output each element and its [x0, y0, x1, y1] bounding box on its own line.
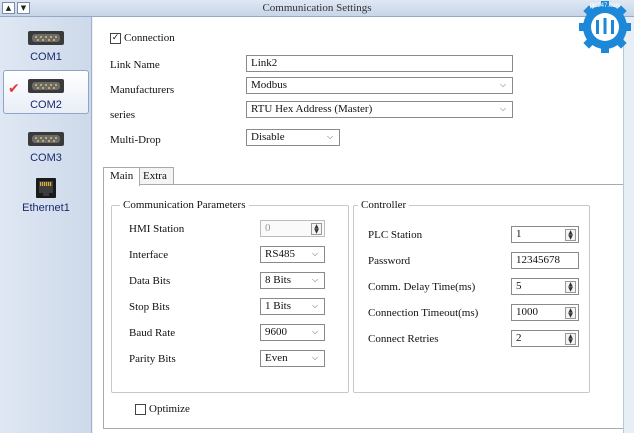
connection-timeout-label: Connection Timeout(ms)	[368, 307, 479, 319]
controller-legend: Controller	[358, 199, 410, 211]
tab-main[interactable]: Main	[103, 167, 141, 186]
chevron-down-icon: ⌵	[312, 249, 319, 258]
connection-label: Connection	[124, 32, 175, 44]
plc247-logo: plc247.com	[579, 1, 631, 53]
multidrop-select[interactable]: Disable ⌵	[246, 129, 340, 146]
series-label: series	[110, 109, 136, 121]
active-check-icon: ✔	[8, 81, 20, 97]
interface-value: RS485	[265, 248, 295, 260]
data-bits-value: 8 Bits	[265, 274, 291, 286]
stop-bits-select[interactable]: 1 Bits ⌵	[260, 298, 325, 315]
connect-retries-value: 2	[516, 332, 522, 344]
port-label-com2: COM2	[30, 99, 62, 111]
chevron-down-icon: ⌵	[327, 132, 334, 141]
port-label-ethernet1: Ethernet1	[22, 202, 70, 214]
serial-port-icon	[28, 79, 64, 93]
spinner-arrows-icon[interactable]: ▲ ▼	[565, 333, 576, 345]
hmi-station-value: 0	[265, 222, 271, 234]
window-title: Communication Settings	[262, 2, 372, 14]
comm-params-legend: Communication Parameters	[120, 199, 249, 211]
chevron-down-icon: ⌵	[312, 275, 319, 284]
title-bar: ▲ ▼ Communication Settings	[0, 0, 634, 17]
baud-rate-label: Baud Rate	[129, 327, 176, 339]
series-value: RTU Hex Address (Master)	[251, 103, 373, 115]
comm-params-group: Communication Parameters HMI Station 0 ▲…	[111, 199, 349, 393]
scrollbar[interactable]	[623, 17, 634, 433]
link-name-label: Link Name	[110, 59, 160, 71]
ethernet-port-icon	[36, 178, 56, 198]
serial-port-icon	[28, 31, 64, 45]
connection-checkbox[interactable]: ✓	[110, 33, 121, 44]
spinner-arrows-icon[interactable]: ▲ ▼	[565, 307, 576, 319]
port-label-com3: COM3	[30, 152, 62, 164]
series-select[interactable]: RTU Hex Address (Master) ⌵	[246, 101, 513, 118]
plc-station-value: 1	[516, 228, 522, 240]
port-list: COM1 ✔ COM2 COM3 Ethernet1	[0, 17, 92, 433]
serial-port-icon	[28, 132, 64, 146]
data-bits-select[interactable]: 8 Bits ⌵	[260, 272, 325, 289]
manufacturers-label: Manufacturers	[110, 84, 175, 96]
interface-select[interactable]: RS485 ⌵	[260, 246, 325, 263]
data-bits-label: Data Bits	[129, 275, 171, 287]
stop-bits-value: 1 Bits	[265, 300, 291, 312]
port-item-com1[interactable]: COM1	[3, 23, 89, 67]
chevron-down-icon: ⌵	[500, 80, 507, 89]
baud-rate-select[interactable]: 9600 ⌵	[260, 324, 325, 341]
multidrop-label: Multi-Drop	[110, 134, 161, 146]
link-name-input[interactable]: Link2	[246, 55, 513, 72]
port-item-com3[interactable]: COM3	[3, 124, 89, 168]
hmi-station-spinner: 0 ▲ ▼	[260, 220, 325, 237]
parity-bits-label: Parity Bits	[129, 353, 176, 365]
optimize-label: Optimize	[149, 403, 190, 415]
hmi-station-label: HMI Station	[129, 223, 185, 235]
manufacturers-select[interactable]: Modbus ⌵	[246, 77, 513, 94]
spinner-arrows-icon: ▲ ▼	[311, 223, 322, 235]
port-item-ethernet1[interactable]: Ethernet1	[3, 174, 89, 224]
parity-bits-select[interactable]: Even ⌵	[260, 350, 325, 367]
password-input[interactable]: 12345678	[511, 252, 579, 269]
multidrop-value: Disable	[251, 131, 285, 143]
connection-timeout-value: 1000	[516, 306, 538, 318]
connect-retries-spinner[interactable]: 2 ▲ ▼	[511, 330, 579, 347]
stop-bits-label: Stop Bits	[129, 301, 170, 313]
plc-station-label: PLC Station	[368, 229, 423, 241]
spinner-arrows-icon[interactable]: ▲ ▼	[565, 229, 576, 241]
tab-panel-main: Communication Parameters HMI Station 0 ▲…	[103, 184, 625, 429]
port-label-com1: COM1	[30, 51, 62, 63]
controller-group: Controller PLC Station 1 ▲ ▼ Password 123…	[353, 199, 590, 393]
chevron-down-icon: ⌵	[312, 327, 319, 336]
optimize-checkbox[interactable]	[135, 404, 146, 415]
comm-delay-label: Comm. Delay Time(ms)	[368, 281, 476, 293]
manufacturers-value: Modbus	[251, 79, 288, 91]
settings-panel: ✓ Connection Link Name Link2 Manufacture…	[93, 17, 634, 433]
port-item-com2[interactable]: ✔ COM2	[3, 70, 89, 114]
baud-rate-value: 9600	[265, 326, 287, 338]
interface-label: Interface	[129, 249, 169, 261]
chevron-down-icon: ⌵	[312, 353, 319, 362]
chevron-down-icon: ⌵	[500, 104, 507, 113]
chevron-down-icon: ⌵	[312, 301, 319, 310]
comm-delay-spinner[interactable]: 5 ▲ ▼	[511, 278, 579, 295]
spinner-arrows-icon[interactable]: ▲ ▼	[565, 281, 576, 293]
password-label: Password	[368, 255, 411, 267]
tab-extra[interactable]: Extra	[136, 167, 174, 185]
plc-station-spinner[interactable]: 1 ▲ ▼	[511, 226, 579, 243]
parity-bits-value: Even	[265, 352, 288, 364]
comm-delay-value: 5	[516, 280, 522, 292]
connection-timeout-spinner[interactable]: 1000 ▲ ▼	[511, 304, 579, 321]
connect-retries-label: Connect Retries	[368, 333, 439, 345]
logo-text: plc247.com	[590, 3, 621, 9]
